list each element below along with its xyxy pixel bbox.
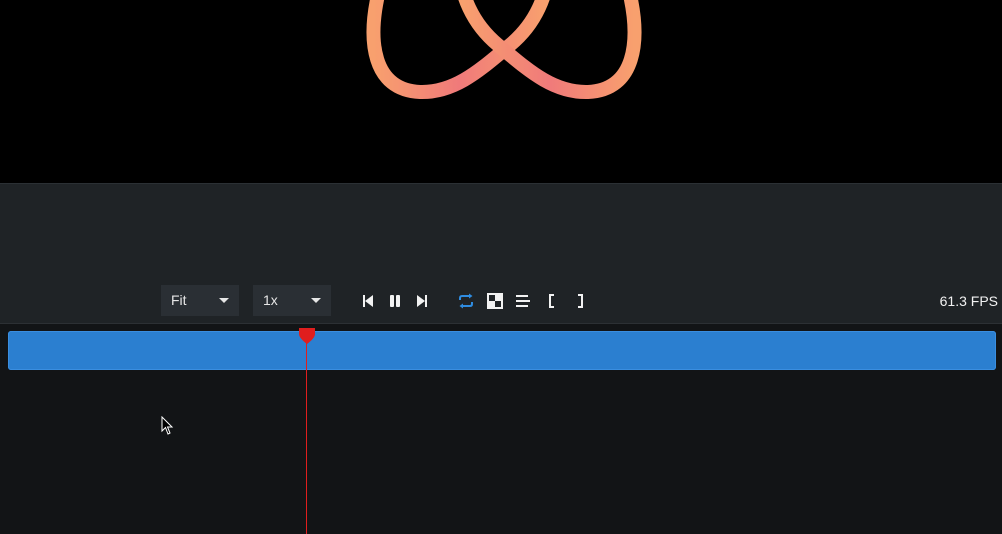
loop-toggle[interactable] xyxy=(457,292,475,310)
skip-forward-icon xyxy=(417,295,427,307)
align-icon xyxy=(516,295,530,307)
zoom-select-value: Fit xyxy=(171,292,187,308)
speed-select[interactable]: 1x xyxy=(253,285,331,316)
timeline-track[interactable] xyxy=(8,331,996,370)
pause-icon xyxy=(390,295,400,307)
skip-back-icon xyxy=(363,295,373,307)
chevron-down-icon xyxy=(219,298,229,303)
right-bracket-icon xyxy=(578,294,583,308)
transparency-grid-button[interactable] xyxy=(486,292,504,310)
player-app: Fit 1x 61.3 FPS xyxy=(0,0,1002,534)
preview-canvas xyxy=(0,0,1002,183)
align-button[interactable] xyxy=(514,292,532,310)
speed-select-value: 1x xyxy=(263,292,278,308)
set-in-point-button[interactable] xyxy=(543,292,561,310)
infinity-loop-graphic xyxy=(366,0,642,100)
mouse-cursor-icon xyxy=(161,416,174,435)
pause-button[interactable] xyxy=(386,292,404,310)
playhead-handle[interactable] xyxy=(298,328,316,344)
fps-readout: 61.3 FPS xyxy=(939,293,998,309)
left-bracket-icon xyxy=(549,294,554,308)
skip-to-start-button[interactable] xyxy=(359,292,377,310)
skip-to-end-button[interactable] xyxy=(413,292,431,310)
zoom-select[interactable]: Fit xyxy=(161,285,239,316)
chevron-down-icon xyxy=(311,298,321,303)
checkerboard-icon xyxy=(487,293,503,309)
timeline-area xyxy=(0,323,1002,534)
loop-icon xyxy=(459,293,473,309)
set-out-point-button[interactable] xyxy=(571,292,589,310)
playhead-line xyxy=(306,330,307,534)
playback-toolbar: Fit 1x 61.3 FPS xyxy=(0,284,1002,318)
